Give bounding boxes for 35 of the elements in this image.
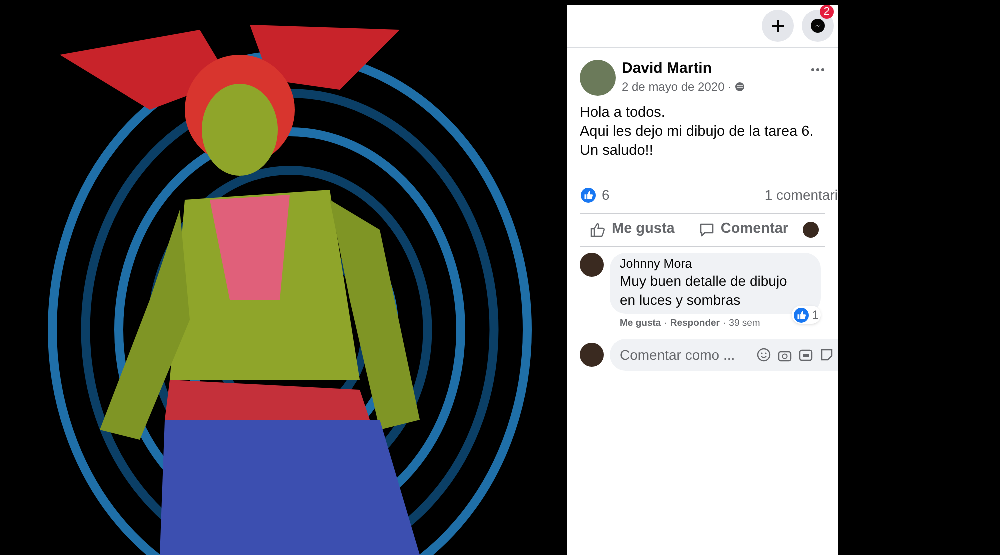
reaction-count[interactable]: 6 <box>602 184 610 206</box>
comment-input[interactable]: Comentar como ... <box>620 344 750 366</box>
viewer-avatar <box>580 343 604 368</box>
post-date[interactable]: 2 de mayo de 2020 <box>622 78 725 96</box>
messenger-icon <box>810 18 826 34</box>
author-name[interactable]: David Martin <box>622 60 805 78</box>
like-button[interactable]: Me gusta <box>590 219 675 241</box>
commenter-name[interactable]: Johnny Mora <box>620 257 811 272</box>
comment-time: 39 sem <box>729 317 760 331</box>
emoji-icon[interactable] <box>757 348 771 362</box>
notification-badge: 2 <box>820 5 834 19</box>
like-link[interactable]: Me gusta <box>620 317 662 332</box>
camera-icon[interactable] <box>778 348 792 362</box>
sticker-icon[interactable] <box>820 348 834 362</box>
comment-field[interactable]: Comentar como ... <box>610 339 838 372</box>
separator: · <box>664 317 668 331</box>
comment-reactions[interactable]: 1 <box>792 306 821 324</box>
more-icon[interactable] <box>811 68 825 72</box>
thumbs-up-icon <box>590 222 606 238</box>
like-icon <box>581 188 596 202</box>
like-icon <box>794 308 810 322</box>
commenter-avatar <box>580 253 604 277</box>
add-button[interactable] <box>762 10 794 42</box>
globe-icon <box>734 82 745 92</box>
separator: · <box>722 317 726 331</box>
comment-count[interactable]: 1 comentari <box>764 184 838 206</box>
viewer-avatar[interactable] <box>802 222 819 238</box>
reply-link[interactable]: Responder <box>670 317 720 332</box>
speech-bubble-icon <box>698 222 715 238</box>
comment-button[interactable]: Comentar <box>698 219 789 241</box>
post-text: Hola a todos. Aqui les dejo mi dibujo de la tarea 6. Un saludo!! <box>579 104 815 161</box>
comment-text: Muy buen detalle de dibujo en luces y sombras <box>620 272 788 310</box>
separator: · <box>728 79 732 96</box>
author-avatar <box>580 60 616 96</box>
plus-icon <box>771 19 785 33</box>
